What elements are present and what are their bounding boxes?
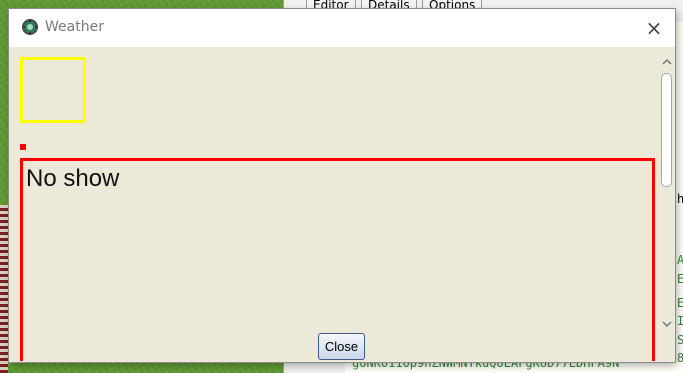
- red-marker: [20, 144, 26, 150]
- dialog-title: Weather: [45, 19, 104, 35]
- map-border: [0, 205, 8, 373]
- weather-panel: No show: [20, 158, 655, 361]
- code-line: h: [677, 192, 683, 206]
- weather-dialog: Weather × No show Close: [9, 9, 675, 362]
- panel-text: No show: [26, 165, 120, 192]
- code-line: E: [677, 272, 683, 286]
- chevron-up-icon[interactable]: [658, 57, 675, 71]
- code-line: E: [677, 296, 683, 310]
- highlight-box: [20, 57, 86, 123]
- dialog-titlebar[interactable]: Weather ×: [9, 9, 675, 47]
- code-line: A: [677, 253, 683, 267]
- weather-app-icon: [21, 18, 39, 36]
- code-line: 8: [677, 351, 683, 365]
- scroll-thumb[interactable]: [661, 73, 672, 187]
- chevron-down-icon[interactable]: [658, 319, 675, 333]
- code-line: I: [677, 314, 683, 328]
- code-line: S: [677, 333, 683, 347]
- vertical-scrollbar[interactable]: [658, 57, 675, 335]
- close-button[interactable]: Close: [318, 333, 365, 360]
- close-icon[interactable]: ×: [639, 18, 669, 40]
